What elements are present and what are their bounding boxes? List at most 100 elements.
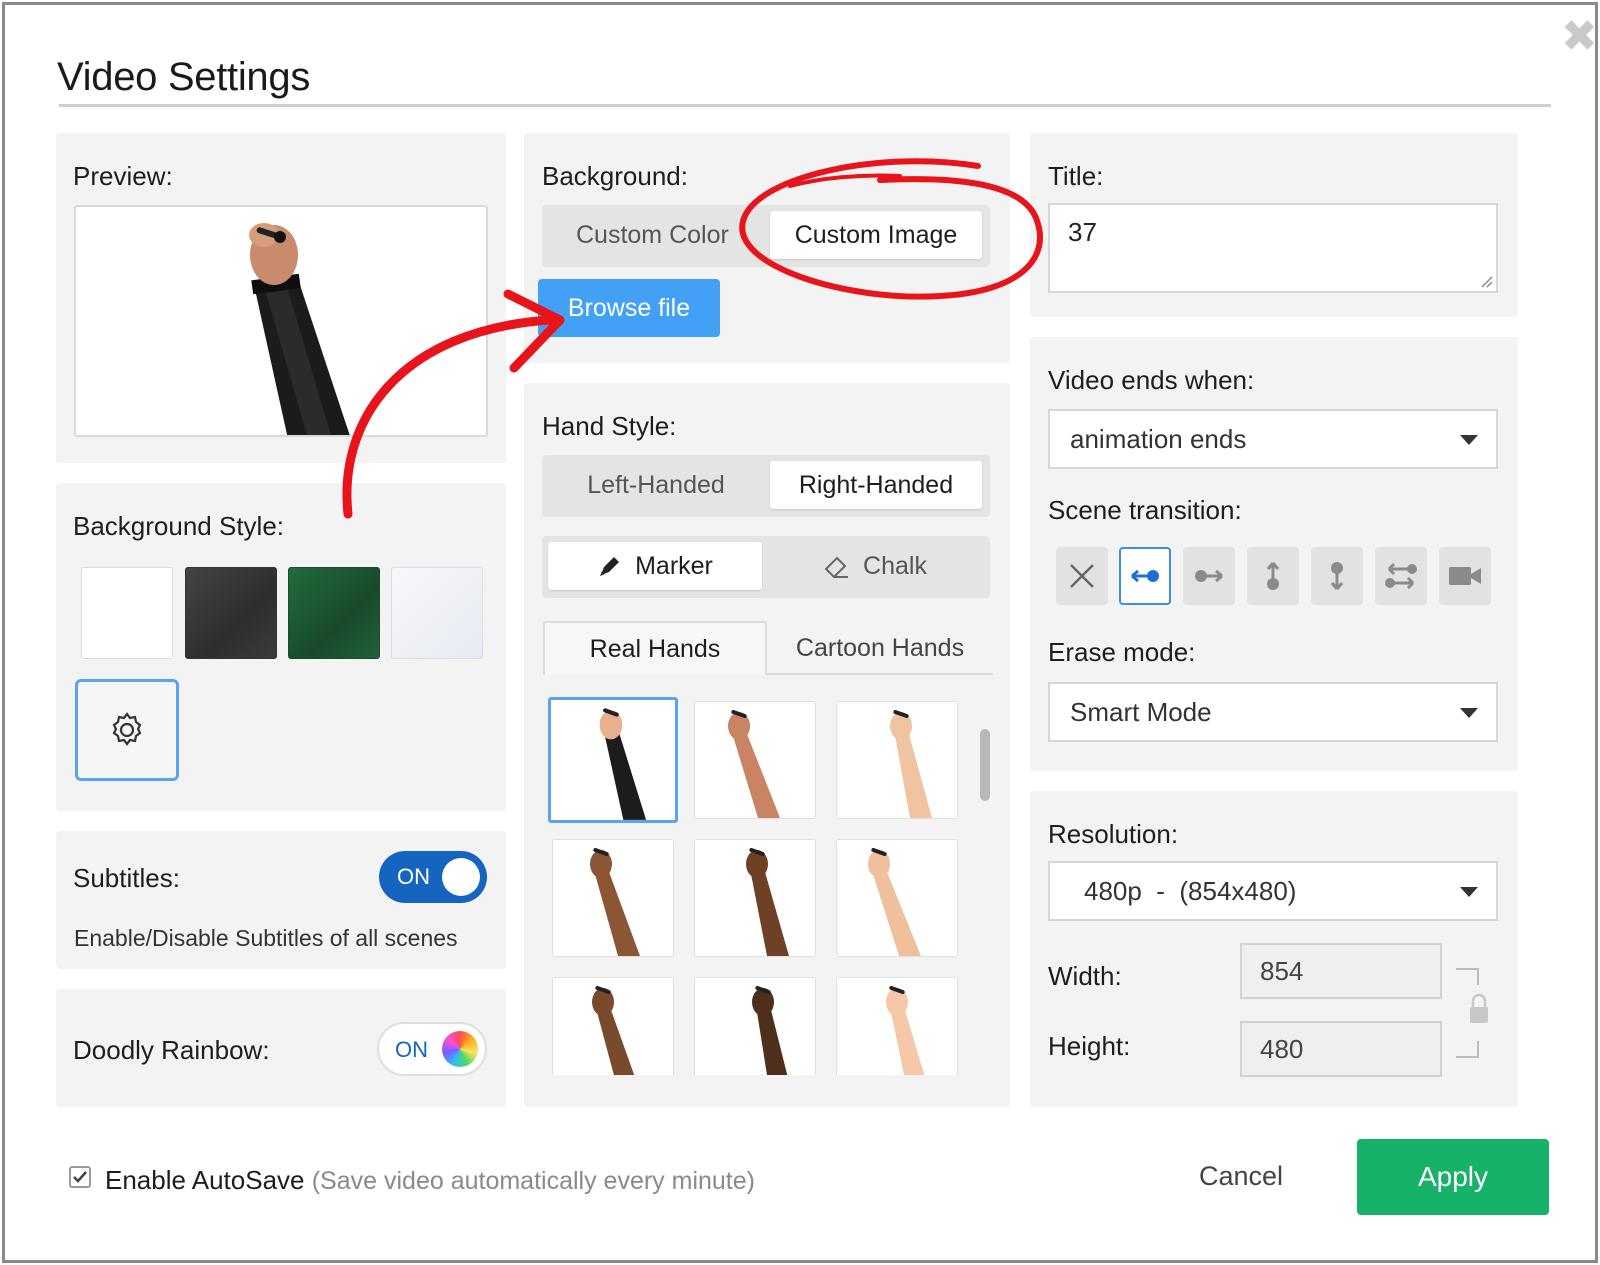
rainbow-toggle-text: ON	[395, 1037, 428, 1062]
transition-camera-button[interactable]	[1439, 547, 1491, 605]
left-handed-option[interactable]: Left-Handed	[548, 461, 764, 509]
background-style-label: Background Style:	[73, 511, 285, 541]
hand-thumbnail-image	[752, 985, 788, 1075]
background-label: Background:	[542, 161, 688, 191]
swap-icon	[1385, 562, 1417, 590]
doodly-rainbow-label: Doodly Rainbow:	[73, 1035, 270, 1065]
tool-selector: Marker Chalk	[542, 536, 990, 598]
cancel-button[interactable]: Cancel	[1199, 1161, 1283, 1192]
slide-right-icon	[1195, 569, 1223, 583]
title-panel: Title: 37	[1030, 133, 1518, 317]
hand-option[interactable]	[836, 839, 958, 957]
transition-slide-left-button[interactable]	[1119, 547, 1171, 605]
background-type-selector: Custom Color Custom Image	[542, 205, 990, 267]
swatch-green[interactable]	[288, 567, 380, 659]
erase-mode-value: Smart Mode	[1070, 696, 1212, 727]
hand-grid-scrollbar[interactable]	[980, 729, 990, 801]
title-input[interactable]: 37	[1048, 203, 1498, 293]
slide-down-icon	[1330, 562, 1344, 590]
hand-style-label: Hand Style:	[542, 411, 677, 441]
custom-background-button[interactable]	[75, 679, 179, 781]
preview-hand-image	[249, 223, 350, 435]
chalk-option[interactable]: Chalk	[768, 542, 982, 590]
title-divider	[59, 104, 1551, 107]
autosave-text: Enable AutoSave (Save video automaticall…	[105, 1165, 755, 1196]
subtitles-toggle-text: ON	[397, 864, 430, 889]
erase-mode-select[interactable]: Smart Mode	[1048, 682, 1498, 742]
resize-handle-icon	[1481, 276, 1493, 288]
tab-cartoon-hands[interactable]: Cartoon Hands	[769, 621, 991, 675]
marker-icon	[600, 557, 620, 576]
chevron-down-icon	[1460, 708, 1478, 718]
subtitles-panel: Subtitles: ON Enable/Disable Subtitles o…	[56, 831, 506, 969]
subtitles-description: Enable/Disable Subtitles of all scenes	[74, 925, 458, 951]
hand-option[interactable]	[552, 839, 674, 957]
scene-transition-label: Scene transition:	[1048, 495, 1242, 525]
swatch-white[interactable]	[81, 567, 173, 659]
tab-divider	[767, 673, 993, 675]
hand-option[interactable]	[548, 697, 678, 823]
video-ends-value: animation ends	[1070, 423, 1247, 454]
hand-option[interactable]	[694, 977, 816, 1075]
hand-option[interactable]	[694, 701, 816, 819]
right-handed-option[interactable]: Right-Handed	[770, 461, 982, 509]
playback-panel: Video ends when: animation ends Scene tr…	[1030, 337, 1518, 771]
resolution-value: 480p - (854x480)	[1084, 875, 1297, 906]
hand-thumbnail-image	[728, 709, 780, 818]
rainbow-color-icon	[442, 1031, 478, 1067]
hand-option[interactable]	[694, 839, 816, 957]
subtitles-label: Subtitles:	[73, 863, 180, 893]
hand-style-panel: Hand Style: Left-Handed Right-Handed Mar…	[524, 383, 1010, 1107]
chalk-icon	[824, 556, 849, 579]
hand-thumbnail-image	[746, 847, 789, 956]
transition-slide-up-button[interactable]	[1247, 547, 1299, 605]
hand-thumbnail-image	[599, 708, 647, 820]
doodly-rainbow-toggle[interactable]: ON	[377, 1022, 487, 1076]
marker-option[interactable]: Marker	[548, 542, 762, 590]
custom-image-option[interactable]: Custom Image	[770, 211, 982, 259]
doodly-rainbow-panel: Doodly Rainbow: ON	[56, 989, 506, 1107]
autosave-label: Enable AutoSave	[105, 1165, 305, 1195]
autosave-checkbox[interactable]	[69, 1166, 91, 1188]
transition-slide-down-button[interactable]	[1311, 547, 1363, 605]
width-input[interactable]: 854	[1240, 943, 1442, 999]
hand-option[interactable]	[552, 977, 674, 1075]
transition-none-button[interactable]	[1056, 547, 1108, 605]
subtitles-toggle[interactable]: ON	[379, 851, 487, 903]
title-label: Title:	[1048, 161, 1104, 191]
preview-canvas	[74, 205, 488, 437]
chalk-label: Chalk	[863, 551, 927, 580]
hand-thumbnail-image	[886, 985, 925, 1075]
toggle-knob	[442, 858, 480, 896]
x-icon	[1070, 564, 1094, 588]
width-label: Width:	[1048, 961, 1122, 991]
hand-option[interactable]	[836, 977, 958, 1075]
preview-panel: Preview:	[56, 133, 506, 463]
custom-color-option[interactable]: Custom Color	[548, 211, 764, 259]
chevron-down-icon	[1460, 435, 1478, 445]
transition-swap-button[interactable]	[1375, 547, 1427, 605]
transition-slide-right-button[interactable]	[1183, 547, 1235, 605]
resolution-select[interactable]: 480p - (854x480)	[1048, 861, 1498, 921]
hand-thumbnail-image	[592, 985, 635, 1075]
background-panel: Background: Custom Color Custom Image Br…	[524, 133, 1010, 363]
hand-thumbnail-image	[868, 847, 921, 956]
hand-option[interactable]	[836, 701, 958, 819]
height-input[interactable]: 480	[1240, 1021, 1442, 1077]
handedness-selector: Left-Handed Right-Handed	[542, 455, 990, 517]
hand-thumbnail-image	[890, 709, 932, 818]
erase-mode-label: Erase mode:	[1048, 637, 1196, 667]
close-icon[interactable]: ✖	[1561, 15, 1598, 59]
dialog-title: Video Settings	[57, 55, 311, 99]
video-ends-select[interactable]: animation ends	[1048, 409, 1498, 469]
tab-real-hands[interactable]: Real Hands	[543, 621, 767, 675]
swatch-dark-grey[interactable]	[185, 567, 277, 659]
gear-icon	[112, 712, 142, 746]
preview-label: Preview:	[73, 161, 173, 191]
aspect-lock-icon[interactable]	[1452, 963, 1492, 1063]
apply-button[interactable]: Apply	[1357, 1139, 1549, 1215]
swatch-light[interactable]	[391, 567, 483, 659]
background-style-panel: Background Style:	[56, 483, 506, 811]
video-camera-icon	[1449, 567, 1481, 585]
browse-file-button[interactable]: Browse file	[538, 279, 720, 337]
